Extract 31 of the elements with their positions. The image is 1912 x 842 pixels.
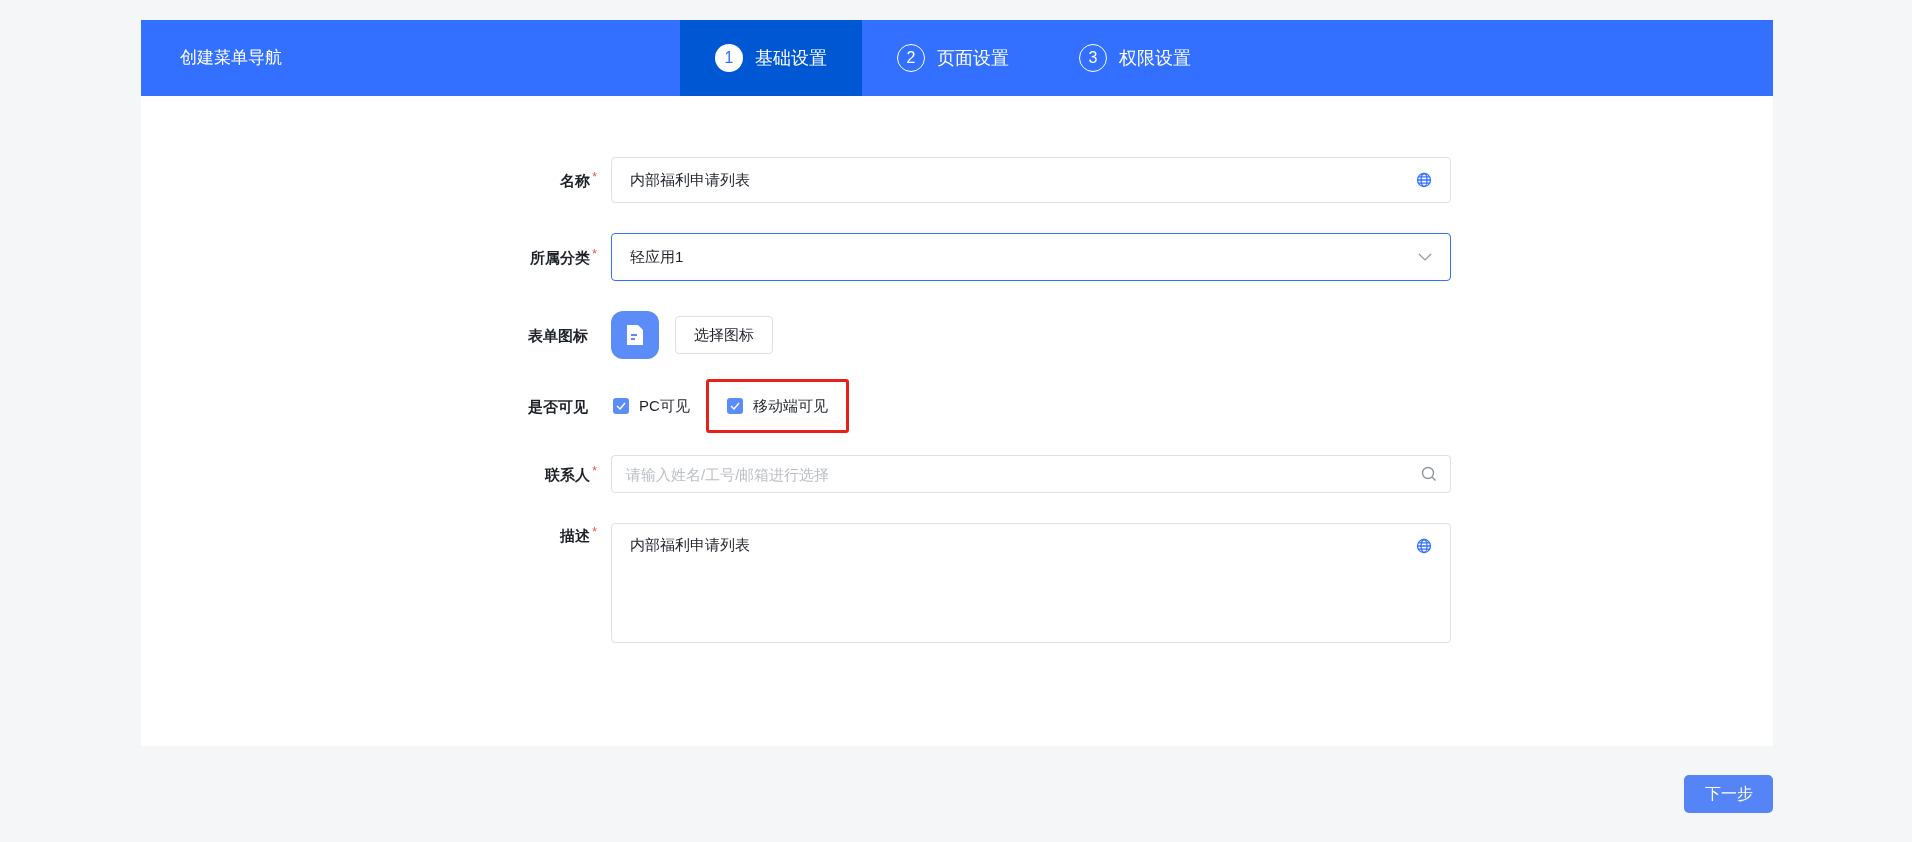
globe-icon bbox=[1416, 172, 1432, 188]
step-tab[interactable]: 3 权限设置 bbox=[1044, 20, 1226, 96]
field-label: 所属分类 bbox=[530, 247, 591, 268]
checkbox[interactable] bbox=[613, 398, 629, 414]
required-mark: * bbox=[592, 168, 597, 186]
choose-icon-button[interactable]: 选择图标 bbox=[675, 316, 773, 354]
chevron-down-icon bbox=[1418, 253, 1432, 261]
field-label: 名称 bbox=[560, 170, 591, 191]
required-mark: * bbox=[592, 245, 597, 263]
field-label: 描述 bbox=[560, 526, 591, 546]
check-icon bbox=[729, 402, 740, 410]
required-mark: * bbox=[592, 524, 597, 541]
name-input[interactable]: 内部福利申请列表 bbox=[611, 157, 1451, 203]
category-select[interactable]: 轻应用1 bbox=[611, 233, 1451, 281]
checkbox[interactable] bbox=[726, 398, 743, 414]
form-icon bbox=[611, 311, 659, 359]
search-icon bbox=[1421, 466, 1437, 482]
field-label: 表单图标 bbox=[528, 325, 588, 346]
step-tab[interactable]: 1 基础设置 bbox=[680, 20, 862, 96]
step-number: 1 bbox=[715, 44, 743, 72]
page-title: 创建菜单导航 bbox=[180, 47, 283, 70]
visibility-checkbox[interactable]: PC可见 bbox=[613, 394, 690, 418]
check-icon bbox=[616, 402, 626, 410]
required-mark: * bbox=[592, 462, 597, 480]
field-label: 联系人 bbox=[545, 464, 591, 485]
globe-icon bbox=[1416, 538, 1432, 554]
field-label: 是否可见 bbox=[528, 396, 588, 417]
visibility-checkbox[interactable]: 移动端可见 bbox=[726, 394, 828, 418]
description-textarea[interactable]: 内部福利申请列表 bbox=[611, 523, 1451, 643]
contact-search-field[interactable]: 请输入姓名/工号/邮箱进行选择 bbox=[611, 455, 1451, 493]
step-tab[interactable]: 2 页面设置 bbox=[862, 20, 1044, 96]
